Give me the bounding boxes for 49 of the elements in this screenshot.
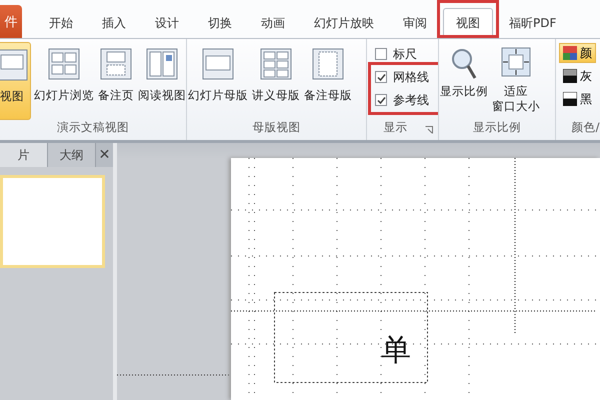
ribbon-tab[interactable]: 视图 <box>443 8 493 38</box>
group-label: 演示文稿视图 <box>57 120 129 136</box>
notes-master-icon <box>311 46 345 82</box>
zoom-button[interactable]: 适应 窗口大小 <box>491 42 541 120</box>
ribbon-tab[interactable]: 动画 <box>248 8 298 38</box>
pane-tab[interactable]: 大纲 <box>48 143 96 167</box>
dialog-launcher-icon[interactable] <box>425 126 433 134</box>
slide-thumbnail[interactable] <box>0 175 105 268</box>
ribbon-tab[interactable]: 福昕PDF <box>496 8 570 38</box>
color-mode-icon <box>563 92 577 106</box>
ribbon-tab[interactable]: 插入 <box>89 8 139 38</box>
book-icon <box>145 46 179 82</box>
group-label: 颜色/ <box>572 120 600 136</box>
ribbon-tab[interactable]: 设计 <box>142 8 192 38</box>
notes-page-icon <box>99 46 133 82</box>
checkbox-option[interactable]: 参考线 <box>375 90 429 110</box>
ribbon-tab[interactable]: 幻灯片放映 <box>301 8 387 38</box>
slide-title: 单 <box>381 332 411 370</box>
pane-tab[interactable]: 片 <box>0 143 48 167</box>
view-button[interactable]: 阅读视图 <box>137 42 186 120</box>
handout-icon <box>259 46 293 82</box>
group-label: 显示 <box>384 120 408 136</box>
fit-window-icon <box>500 46 532 78</box>
close-button[interactable]: ✕ <box>96 143 113 167</box>
view-button[interactable]: 幻灯片母版 <box>187 42 249 120</box>
view-button[interactable]: 备注页 <box>97 42 135 120</box>
checkmark-icon <box>376 96 386 104</box>
view-button[interactable]: 讲义母版 <box>251 42 301 120</box>
color-mode-icon <box>563 46 577 60</box>
ribbon-tab[interactable]: 审阅 <box>390 8 440 38</box>
grid-view-icon <box>47 46 81 82</box>
view-button[interactable]: 备注母版 <box>303 42 353 120</box>
color-mode-option[interactable]: 灰 <box>559 66 596 86</box>
view-button[interactable]: 幻灯片浏览 <box>33 42 95 120</box>
group-label: 显示比例 <box>473 120 521 136</box>
ribbon-tab[interactable]: 切换 <box>195 8 245 38</box>
ribbon-tab[interactable]: 开始 <box>36 8 86 38</box>
checkbox-option[interactable]: 网格线 <box>375 67 429 87</box>
zoom-button[interactable]: 显示比例 <box>439 42 489 120</box>
color-mode-icon <box>563 69 577 83</box>
group-label: 母版视图 <box>252 120 300 136</box>
file-tab[interactable]: 件 <box>0 5 22 38</box>
view-button[interactable]: 视图 <box>0 42 31 120</box>
color-mode-option[interactable]: 黑 <box>559 89 596 109</box>
slide-icon <box>0 47 29 83</box>
slide-master-icon <box>201 46 235 82</box>
checkbox-option[interactable]: 标尺 <box>375 44 417 64</box>
checkmark-icon <box>376 72 386 82</box>
color-mode-option[interactable]: 颜 <box>559 43 596 63</box>
